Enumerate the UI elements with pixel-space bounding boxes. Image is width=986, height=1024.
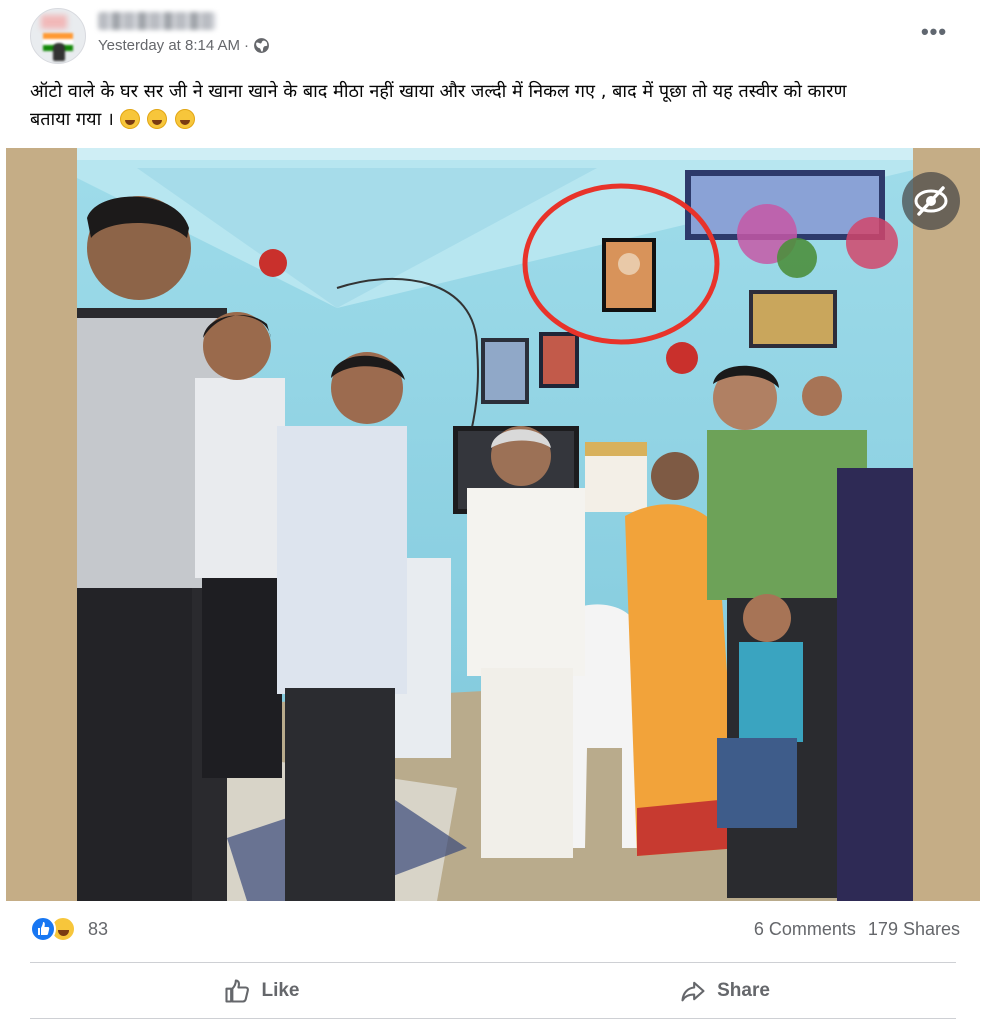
rolling-on-floor-laughing-emoji [147, 109, 168, 129]
share-button[interactable]: Share [493, 966, 956, 1016]
globe-icon [253, 37, 270, 54]
post-stats: 6 Comments 179 Shares [754, 919, 960, 940]
photo-illustration [77, 148, 913, 901]
post-caption: ऑटो वाले के घर सर जी ने खाना खाने के बाद… [30, 78, 950, 134]
caption-line-2-text: बताया गया । [30, 109, 114, 130]
post-actions: Like Share [30, 966, 956, 1016]
author-name-redacted[interactable] [98, 12, 216, 30]
post-timestamp[interactable]: Yesterday at 8:14 AM [98, 37, 240, 54]
divider [30, 1018, 956, 1019]
divider [30, 962, 956, 963]
meta-separator: · [244, 37, 250, 54]
rolling-on-floor-laughing-emoji [175, 109, 196, 129]
like-button-label: Like [261, 980, 300, 1001]
like-reaction-icon [30, 916, 56, 942]
eye-slash-icon[interactable] [902, 172, 960, 230]
post-header: Yesterday at 8:14 AM · ••• [0, 0, 986, 72]
avatar[interactable] [30, 8, 86, 64]
reaction-count: 83 [88, 918, 109, 939]
shares-count[interactable]: 179 Shares [868, 919, 960, 940]
more-options-icon[interactable]: ••• [918, 20, 950, 48]
rolling-on-floor-laughing-emoji [119, 109, 140, 129]
thumbs-up-icon [225, 979, 250, 1003]
caption-line-1: ऑटो वाले के घर सर जी ने खाना खाने के बाद… [30, 81, 847, 102]
share-arrow-icon [681, 981, 705, 1002]
share-button-label: Share [717, 980, 770, 1001]
comments-count[interactable]: 6 Comments [754, 919, 856, 940]
post-meta: Yesterday at 8:14 AM · [98, 37, 270, 54]
like-button[interactable]: Like [30, 966, 493, 1016]
reaction-summary[interactable]: 83 [30, 916, 108, 942]
caption-line-2: बताया गया । [30, 106, 950, 134]
post-photo[interactable] [77, 148, 913, 901]
